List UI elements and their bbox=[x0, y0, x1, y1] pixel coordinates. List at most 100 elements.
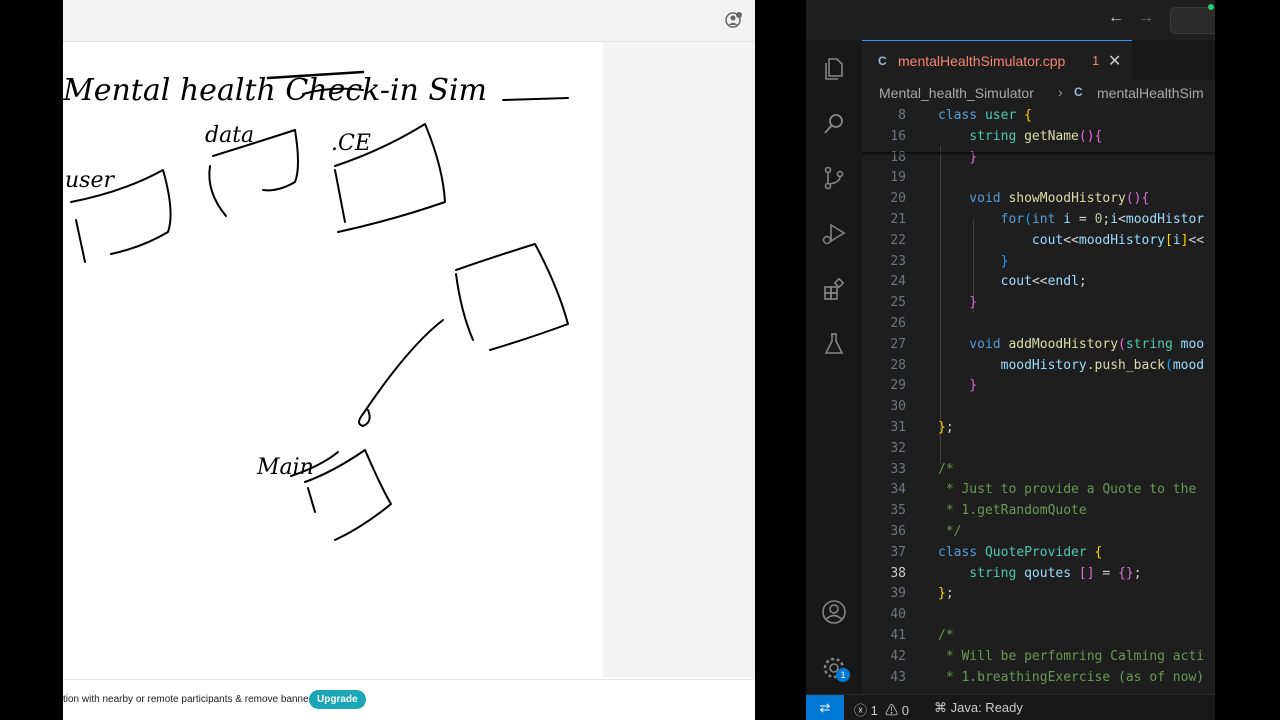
breadcrumb-folder[interactable]: Mental_health_Simulator bbox=[879, 85, 1034, 101]
code-line: } bbox=[938, 295, 977, 310]
code-token: () bbox=[1078, 128, 1095, 144]
code-line: }; bbox=[938, 420, 954, 435]
line-number: 34 bbox=[890, 482, 906, 498]
code-token: */ bbox=[938, 524, 962, 539]
explorer-icon[interactable] bbox=[820, 54, 848, 82]
search-icon[interactable] bbox=[820, 110, 848, 138]
code-token: void bbox=[938, 191, 1009, 207]
code-token: = bbox=[1078, 212, 1095, 227]
code-line: * 1.getRandomQuote bbox=[938, 503, 1087, 518]
code-token: ( bbox=[1024, 212, 1032, 227]
sketch-label-ce: .CE bbox=[331, 131, 371, 156]
code-token: } bbox=[938, 378, 978, 394]
code-line: moodHistory.push_back(mood bbox=[938, 357, 1205, 373]
code-token: [] bbox=[1078, 565, 1103, 581]
line-number: 19 bbox=[890, 170, 906, 186]
status-bar: ⇄ ⓧ 1 ⚠ 0 ⌘ Java: Ready bbox=[806, 694, 1215, 720]
editor-tab-active[interactable]: C mentalHealthSimulator.cpp 1 ✕ bbox=[862, 40, 1132, 80]
line-number: 36 bbox=[890, 524, 906, 539]
code-token: class bbox=[938, 544, 985, 560]
code-token: [ bbox=[1164, 232, 1173, 248]
code-token: qoutes bbox=[1024, 565, 1079, 581]
line-number: 25 bbox=[890, 295, 906, 311]
problems-indicator[interactable]: ⓧ 1 ⚠ 0 bbox=[854, 700, 909, 719]
close-tab-icon[interactable]: ✕ bbox=[1108, 51, 1121, 71]
command-center[interactable] bbox=[1170, 7, 1215, 34]
code-token: } bbox=[938, 420, 946, 435]
code-line: } bbox=[938, 253, 1009, 269]
code-token: ( bbox=[1165, 357, 1173, 373]
code-token: moodHistor bbox=[1125, 212, 1205, 227]
line-number: 31 bbox=[890, 420, 906, 435]
code-token: * 1.breathingExercise (as of now) bbox=[938, 669, 1205, 685]
line-number: 20 bbox=[890, 191, 906, 207]
line-number: 30 bbox=[890, 399, 906, 415]
code-token: string bbox=[1125, 336, 1181, 352]
code-token: class bbox=[938, 108, 985, 123]
breadcrumb-file[interactable]: mentalHealthSim bbox=[1097, 85, 1204, 101]
hand-drawn-sketch: Mental health Check-in Sim user data .CE bbox=[63, 70, 569, 541]
cpp-file-icon: C bbox=[1074, 85, 1083, 99]
remote-indicator-icon[interactable]: ⇄ bbox=[806, 695, 844, 720]
code-token: /* bbox=[938, 628, 954, 643]
account-settings-icon[interactable] bbox=[725, 11, 743, 29]
code-token: { bbox=[1024, 108, 1032, 123]
code-token: push_back bbox=[1094, 357, 1165, 373]
code-line: void showMoodHistory(){ bbox=[938, 191, 1149, 206]
editor-tab-bar: C mentalHealthSimulator.cpp 1 ✕ bbox=[862, 40, 1215, 80]
code-line: void addMoodHistory(string moo bbox=[938, 337, 1204, 352]
code-token: ( bbox=[1118, 336, 1126, 352]
code-token: { bbox=[1094, 544, 1103, 560]
line-number: 40 bbox=[890, 607, 906, 623]
code-token: for bbox=[1000, 212, 1025, 227]
code-line: string getName(){ bbox=[938, 129, 1102, 144]
error-count: 1 bbox=[870, 703, 878, 718]
line-number: 28 bbox=[890, 357, 906, 373]
upgrade-button[interactable]: Upgrade bbox=[309, 690, 366, 709]
code-editor[interactable]: 8 class user {16 string getName(){18 } 19 2… bbox=[862, 106, 1215, 694]
account-icon[interactable] bbox=[820, 598, 848, 626]
code-line: string qoutes [] = {}; bbox=[938, 565, 1142, 581]
breadcrumb-separator-icon: › bbox=[1058, 84, 1063, 100]
testing-flask-icon[interactable] bbox=[820, 330, 848, 358]
line-number: 27 bbox=[890, 336, 906, 352]
code-line: /* bbox=[938, 628, 954, 643]
tab-problem-count: 1 bbox=[1092, 53, 1100, 68]
sketch-label-data: data bbox=[205, 123, 254, 148]
code-token: endl bbox=[1047, 274, 1079, 290]
code-token: = bbox=[1102, 565, 1119, 581]
code-token: i bbox=[1172, 232, 1181, 248]
whiteboard-app: Mental health Check-in Sim user data .CE bbox=[63, 0, 755, 720]
code-token: * 1.getRandomQuote bbox=[938, 503, 1087, 519]
source-control-icon[interactable] bbox=[820, 164, 848, 192]
cpp-file-icon: C bbox=[878, 54, 887, 68]
code-token: i bbox=[1063, 212, 1079, 227]
drawing-canvas[interactable]: Mental health Check-in Sim user data .CE bbox=[63, 42, 603, 678]
code-line: } bbox=[938, 378, 977, 393]
code-line: * 1.breathingExercise (as of now) bbox=[938, 670, 1204, 685]
code-token: } bbox=[938, 295, 978, 311]
whiteboard-toolbar bbox=[63, 0, 755, 42]
code-token: cout bbox=[1031, 232, 1064, 248]
line-number: 22 bbox=[890, 232, 906, 248]
code-token: << bbox=[1188, 232, 1205, 248]
warning-count: 0 bbox=[901, 703, 909, 718]
code-token: QuoteProvider bbox=[984, 544, 1095, 560]
code-token: ; bbox=[1133, 565, 1142, 581]
forward-arrow-icon[interactable]: → bbox=[1138, 9, 1154, 27]
run-debug-icon[interactable] bbox=[820, 220, 848, 248]
code-token: . bbox=[1086, 357, 1095, 373]
code-line: */ bbox=[938, 524, 962, 539]
code-token: < bbox=[1118, 212, 1126, 227]
back-arrow-icon[interactable]: ← bbox=[1108, 9, 1124, 27]
status-dot-icon bbox=[1208, 4, 1214, 10]
code-token: } bbox=[938, 253, 1009, 269]
java-status[interactable]: ⌘ Java: Ready bbox=[934, 700, 1023, 716]
extensions-icon[interactable] bbox=[820, 276, 848, 304]
settings-update-badge: 1 bbox=[836, 668, 850, 682]
code-token: showMoodHistory bbox=[1008, 191, 1126, 207]
code-token: moodHistory bbox=[1078, 232, 1165, 248]
line-number: 8 bbox=[898, 108, 906, 123]
